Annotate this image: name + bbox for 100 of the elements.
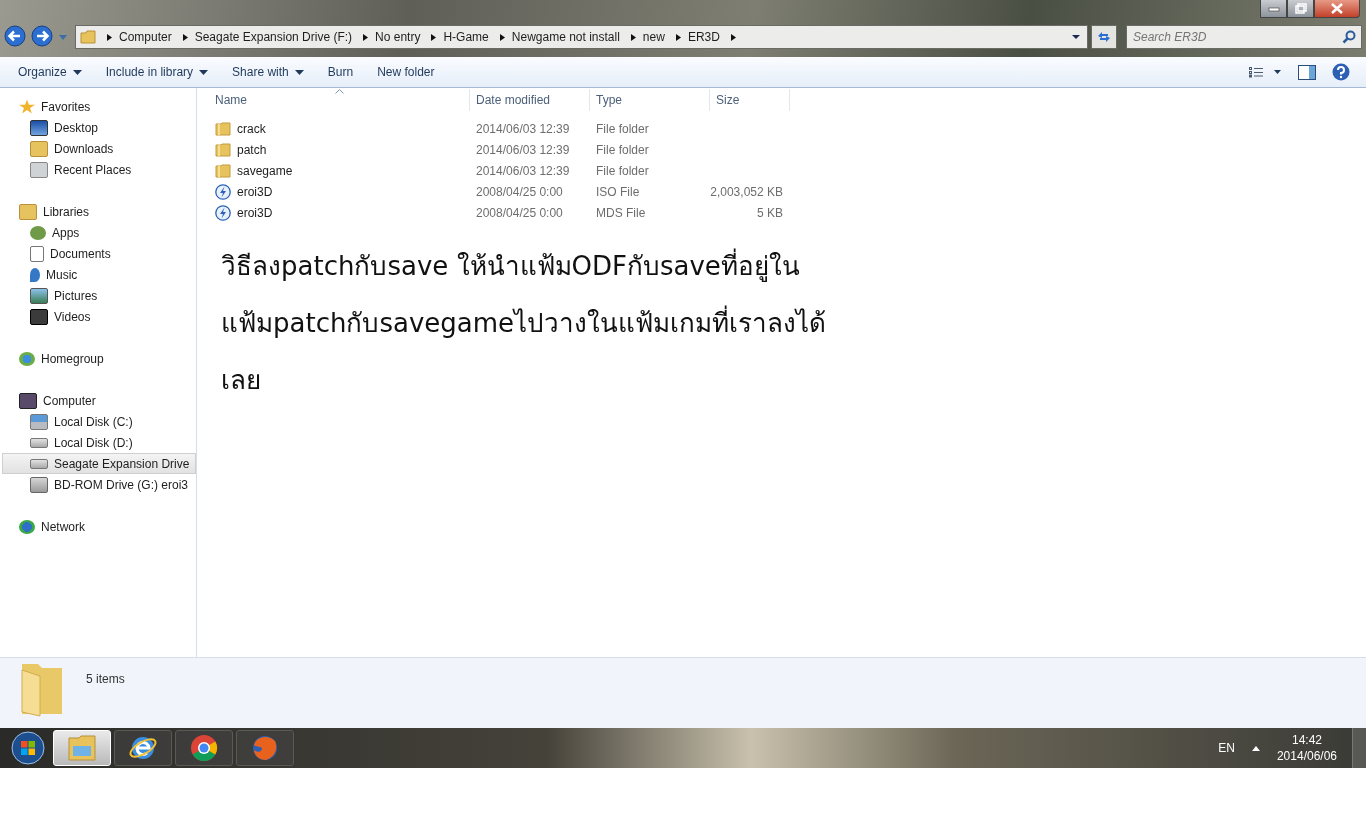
chevron-icon[interactable] — [361, 32, 370, 42]
nav-group[interactable]: Network — [0, 516, 196, 537]
nav-icon — [30, 287, 48, 304]
nav-icon — [30, 225, 46, 240]
file-name[interactable]: savegame — [237, 163, 293, 178]
lightning-disc-icon — [215, 183, 231, 200]
folder-icon — [215, 163, 231, 178]
address-bar[interactable]: Computer Seagate Expansion Drive (F:) No entry H-Game Newgame not install new ER3D — [75, 25, 1088, 49]
breadcrumb[interactable]: Seagate Expansion Drive (F:) — [194, 30, 353, 44]
taskbar-app[interactable] — [114, 730, 172, 766]
nav-item[interactable]: Music — [0, 264, 196, 285]
nav-item[interactable]: Apps — [0, 222, 196, 243]
size-cell: 5 KB — [757, 205, 783, 220]
nav-item[interactable]: Desktop — [0, 117, 196, 138]
type-cell-text: MDS File — [595, 205, 647, 220]
toolbar-button[interactable]: Burn — [317, 61, 364, 83]
nav-icon — [30, 308, 48, 325]
forward-button[interactable] — [31, 25, 55, 49]
restore-button[interactable] — [1287, 0, 1314, 18]
folder-icon — [215, 142, 231, 157]
chevron-icon[interactable] — [497, 32, 506, 42]
toolbar-button[interactable]: New folder — [367, 61, 445, 83]
column-header[interactable]: Type — [590, 89, 710, 111]
date-cell-text: 2014/06/03 12:39 — [475, 142, 571, 157]
chevron-icon[interactable] — [628, 32, 637, 42]
column-header[interactable]: Date modified — [470, 89, 590, 111]
search-icon — [1342, 30, 1356, 44]
language-indicator[interactable]: EN — [1218, 741, 1235, 755]
tray-expand-icon[interactable] — [1251, 745, 1260, 751]
back-button[interactable] — [4, 25, 28, 49]
minimize-button[interactable] — [1260, 0, 1287, 18]
dropdown-caret-icon[interactable] — [1071, 34, 1081, 40]
nav-group[interactable]: Libraries — [0, 201, 196, 222]
lightning-disc-icon — [215, 204, 231, 221]
taskbar-app[interactable] — [175, 730, 233, 766]
search-field[interactable]: Search ER3D — [1126, 25, 1362, 49]
nav-group[interactable]: Favorites — [0, 96, 196, 117]
type-cell-text: File folder — [595, 121, 650, 136]
caret-icon — [72, 69, 82, 75]
refresh-button[interactable] — [1091, 25, 1117, 49]
breadcrumb[interactable]: H-Game — [443, 30, 489, 44]
nav-item[interactable]: Seagate Expansion Drive — [2, 453, 196, 474]
chevron-icon[interactable] — [180, 32, 189, 42]
toolbar-button[interactable]: Organize — [8, 61, 92, 83]
chevron-icon[interactable] — [105, 32, 113, 42]
caret-icon — [294, 69, 304, 75]
nav-icon — [19, 392, 37, 409]
nav-item[interactable]: BD-ROM Drive (G:) eroi3 — [0, 474, 196, 495]
caret-icon — [199, 69, 209, 75]
nav-item[interactable]: Local Disk (C:) — [0, 411, 196, 432]
close-button[interactable] — [1314, 0, 1360, 18]
start-orb-icon — [11, 731, 45, 765]
minimize-icon — [1267, 5, 1280, 12]
note-text: วิธีลงpatchกับsave ให้นำแฟ้มODFกับsaveที่อยู่ใน — [221, 248, 1366, 305]
nav-group[interactable]: Homegroup — [0, 348, 196, 369]
nav-icon — [30, 476, 48, 493]
chevron-icon[interactable] — [429, 32, 438, 42]
nav-item[interactable]: Pictures — [0, 285, 196, 306]
nav-icon — [19, 203, 37, 220]
fox-globe-icon — [250, 733, 280, 763]
help-icon — [1332, 63, 1350, 81]
file-name[interactable]: eroi3D — [237, 184, 273, 199]
date-cell-text: 2014/06/03 12:39 — [475, 121, 571, 136]
nav-icon — [30, 119, 48, 136]
nav-icon — [30, 245, 44, 262]
type-cell-text: File folder — [595, 163, 650, 178]
breadcrumb[interactable]: Computer — [119, 30, 172, 44]
nav-icon — [30, 413, 48, 430]
breadcrumb[interactable]: No entry — [375, 30, 421, 44]
chevron-icon[interactable] — [728, 32, 737, 42]
nav-icon — [30, 458, 48, 469]
nav-item[interactable]: Local Disk (D:) — [0, 432, 196, 453]
nav-item[interactable]: Videos — [0, 306, 196, 327]
nav-icon — [30, 437, 48, 448]
preview-pane-icon — [1298, 64, 1316, 80]
file-name[interactable]: patch — [237, 142, 267, 157]
breadcrumb[interactable]: Newgame not install — [511, 30, 620, 44]
note-text: เลย — [221, 364, 262, 397]
chevron-icon[interactable] — [673, 32, 682, 42]
type-cell-text: File folder — [595, 142, 650, 157]
nav-item[interactable]: Downloads — [0, 138, 196, 159]
nav-item[interactable]: Documents — [0, 243, 196, 264]
column-header[interactable]: Size — [710, 89, 790, 111]
item-count: 5 items — [86, 672, 125, 686]
nav-item[interactable]: Recent Places — [0, 159, 196, 180]
browser-ball-icon — [189, 733, 219, 763]
refresh-arrows-icon — [1096, 30, 1112, 44]
breadcrumb[interactable]: new — [642, 30, 665, 44]
clock[interactable]: 14:42 2014/06/06 — [1276, 732, 1337, 764]
column-header[interactable]: Name — [209, 89, 470, 111]
breadcrumb[interactable]: ER3D — [687, 30, 720, 44]
date-cell-text: 2014/06/03 12:39 — [475, 163, 571, 178]
note-text: แฟ้มpatchกับsavegameไปวางในแฟ้มเกมที่เราลงได้ — [221, 305, 1366, 362]
file-name[interactable]: crack — [237, 121, 266, 136]
date-cell-text: 2008/04/25 0:00 — [475, 184, 564, 199]
nav-group[interactable]: Computer — [0, 390, 196, 411]
toolbar-button[interactable]: Share with — [222, 61, 314, 83]
file-name[interactable]: eroi3D — [237, 205, 273, 220]
toolbar-button[interactable]: Include in library — [95, 61, 219, 83]
close-icon — [1331, 3, 1343, 14]
